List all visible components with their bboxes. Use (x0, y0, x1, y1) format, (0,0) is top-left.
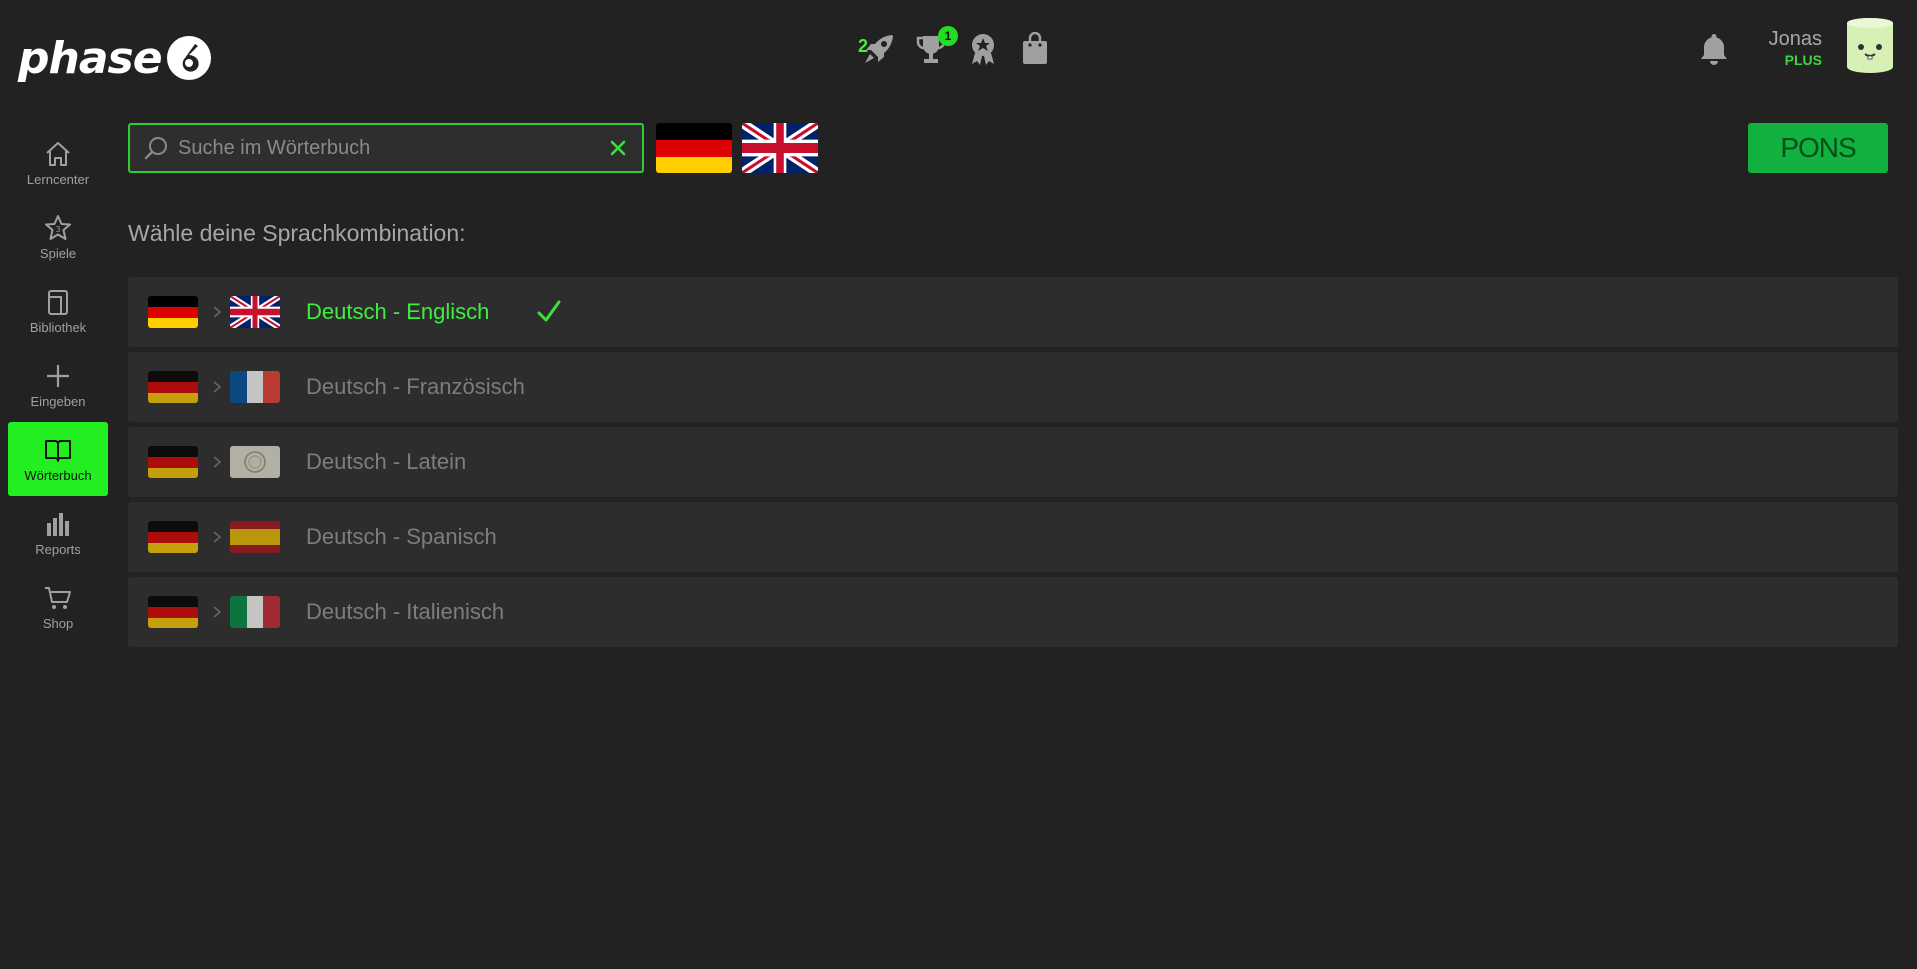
sidebar-item-lerncenter[interactable]: Lerncenter (8, 126, 108, 200)
star-icon: 3 (45, 215, 71, 240)
sidebar-item-label: Bibliothek (29, 320, 87, 335)
target-language-flag-uk[interactable] (742, 123, 818, 173)
search-input[interactable] (178, 136, 606, 160)
language-row-deutsch-spanisch[interactable]: Deutsch - Spanisch (128, 502, 1898, 572)
language-row-deutsch-italienisch[interactable]: Deutsch - Italienisch (128, 577, 1898, 647)
language-row-deutsch-franzoesisch[interactable]: Deutsch - Französisch (128, 352, 1898, 422)
flag-germany-icon (148, 296, 198, 328)
close-icon[interactable] (606, 136, 630, 160)
chevron-right-icon (213, 306, 222, 318)
home-icon (46, 142, 70, 166)
flag-spain-icon (230, 521, 280, 553)
sidebar-item-label: Lerncenter (26, 172, 90, 187)
flag-germany-icon (148, 446, 198, 478)
sidebar-item-woerterbuch[interactable]: Wörterbuch (8, 422, 108, 496)
language-combination-list: Deutsch - Englisch Deutsch - Französisch… (128, 277, 1898, 652)
flag-uk-icon (230, 296, 280, 328)
trophy-button[interactable]: 1 (908, 26, 958, 72)
badge-icon (972, 34, 994, 65)
flag-italy-icon (230, 596, 280, 628)
top-toolbar: 2 1 (856, 26, 1064, 72)
pons-button[interactable]: PONS (1748, 123, 1888, 173)
cart-icon (45, 587, 71, 609)
checkmark-icon (537, 300, 561, 322)
shop-bag-button[interactable] (1012, 26, 1058, 72)
search-icon (144, 137, 167, 160)
language-row-label: Deutsch - Englisch (306, 299, 490, 324)
sidebar: Lerncenter 3 Spiele Bibliothek Eingeben … (8, 126, 108, 644)
language-row-label: Deutsch - Französisch (306, 374, 525, 399)
user-name: Jonas (1768, 28, 1822, 50)
chevron-right-icon (213, 456, 222, 468)
streak-button[interactable]: 2 (856, 26, 902, 72)
avatar[interactable] (1844, 16, 1896, 76)
language-row-label: Deutsch - Spanisch (306, 524, 497, 549)
sidebar-item-shop[interactable]: Shop (8, 570, 108, 644)
flag-latin-icon (230, 446, 280, 478)
book-icon (48, 290, 68, 315)
sidebar-item-reports[interactable]: Reports (8, 496, 108, 570)
phase6-logo[interactable]: phase (18, 28, 213, 88)
svg-text:3: 3 (55, 225, 60, 234)
shopping-bag-icon (1023, 32, 1047, 64)
chevron-right-icon (213, 381, 222, 393)
user-plan: PLUS (1784, 52, 1822, 68)
section-title: Wähle deine Sprachkombination: (128, 220, 466, 246)
logo-text: phase (18, 32, 163, 84)
sidebar-item-spiele[interactable]: 3 Spiele (8, 200, 108, 274)
plus-icon (47, 365, 69, 387)
open-book-icon (45, 440, 71, 462)
chevron-right-icon (213, 606, 222, 618)
sidebar-item-label: Shop (42, 616, 74, 631)
flag-france-icon (230, 371, 280, 403)
sidebar-item-bibliothek[interactable]: Bibliothek (8, 274, 108, 348)
source-language-flag-germany[interactable] (656, 123, 732, 173)
user-info[interactable]: Jonas PLUS (1760, 28, 1822, 68)
language-row-label: Deutsch - Italienisch (306, 599, 505, 624)
flag-germany-icon (148, 521, 198, 553)
sidebar-item-eingeben[interactable]: Eingeben (8, 348, 108, 422)
achievements-button[interactable] (960, 26, 1006, 72)
language-row-deutsch-englisch[interactable]: Deutsch - Englisch (128, 277, 1898, 347)
flag-germany-icon (148, 371, 198, 403)
sidebar-item-label: Wörterbuch (24, 468, 92, 483)
language-row-deutsch-latein[interactable]: Deutsch - Latein (128, 427, 1898, 497)
search-box (128, 123, 644, 173)
sidebar-item-label: Spiele (39, 246, 77, 261)
bell-icon[interactable] (1693, 28, 1735, 70)
logo-six-icon (166, 36, 211, 80)
language-row-label: Deutsch - Latein (306, 449, 467, 474)
chevron-right-icon (213, 531, 222, 543)
streak-count: 2 (858, 36, 869, 56)
trophy-badge: 1 (938, 26, 958, 46)
bar-chart-icon (47, 513, 69, 536)
flag-germany-icon (148, 596, 198, 628)
sidebar-item-label: Reports (35, 542, 81, 557)
sidebar-item-label: Eingeben (30, 394, 86, 409)
